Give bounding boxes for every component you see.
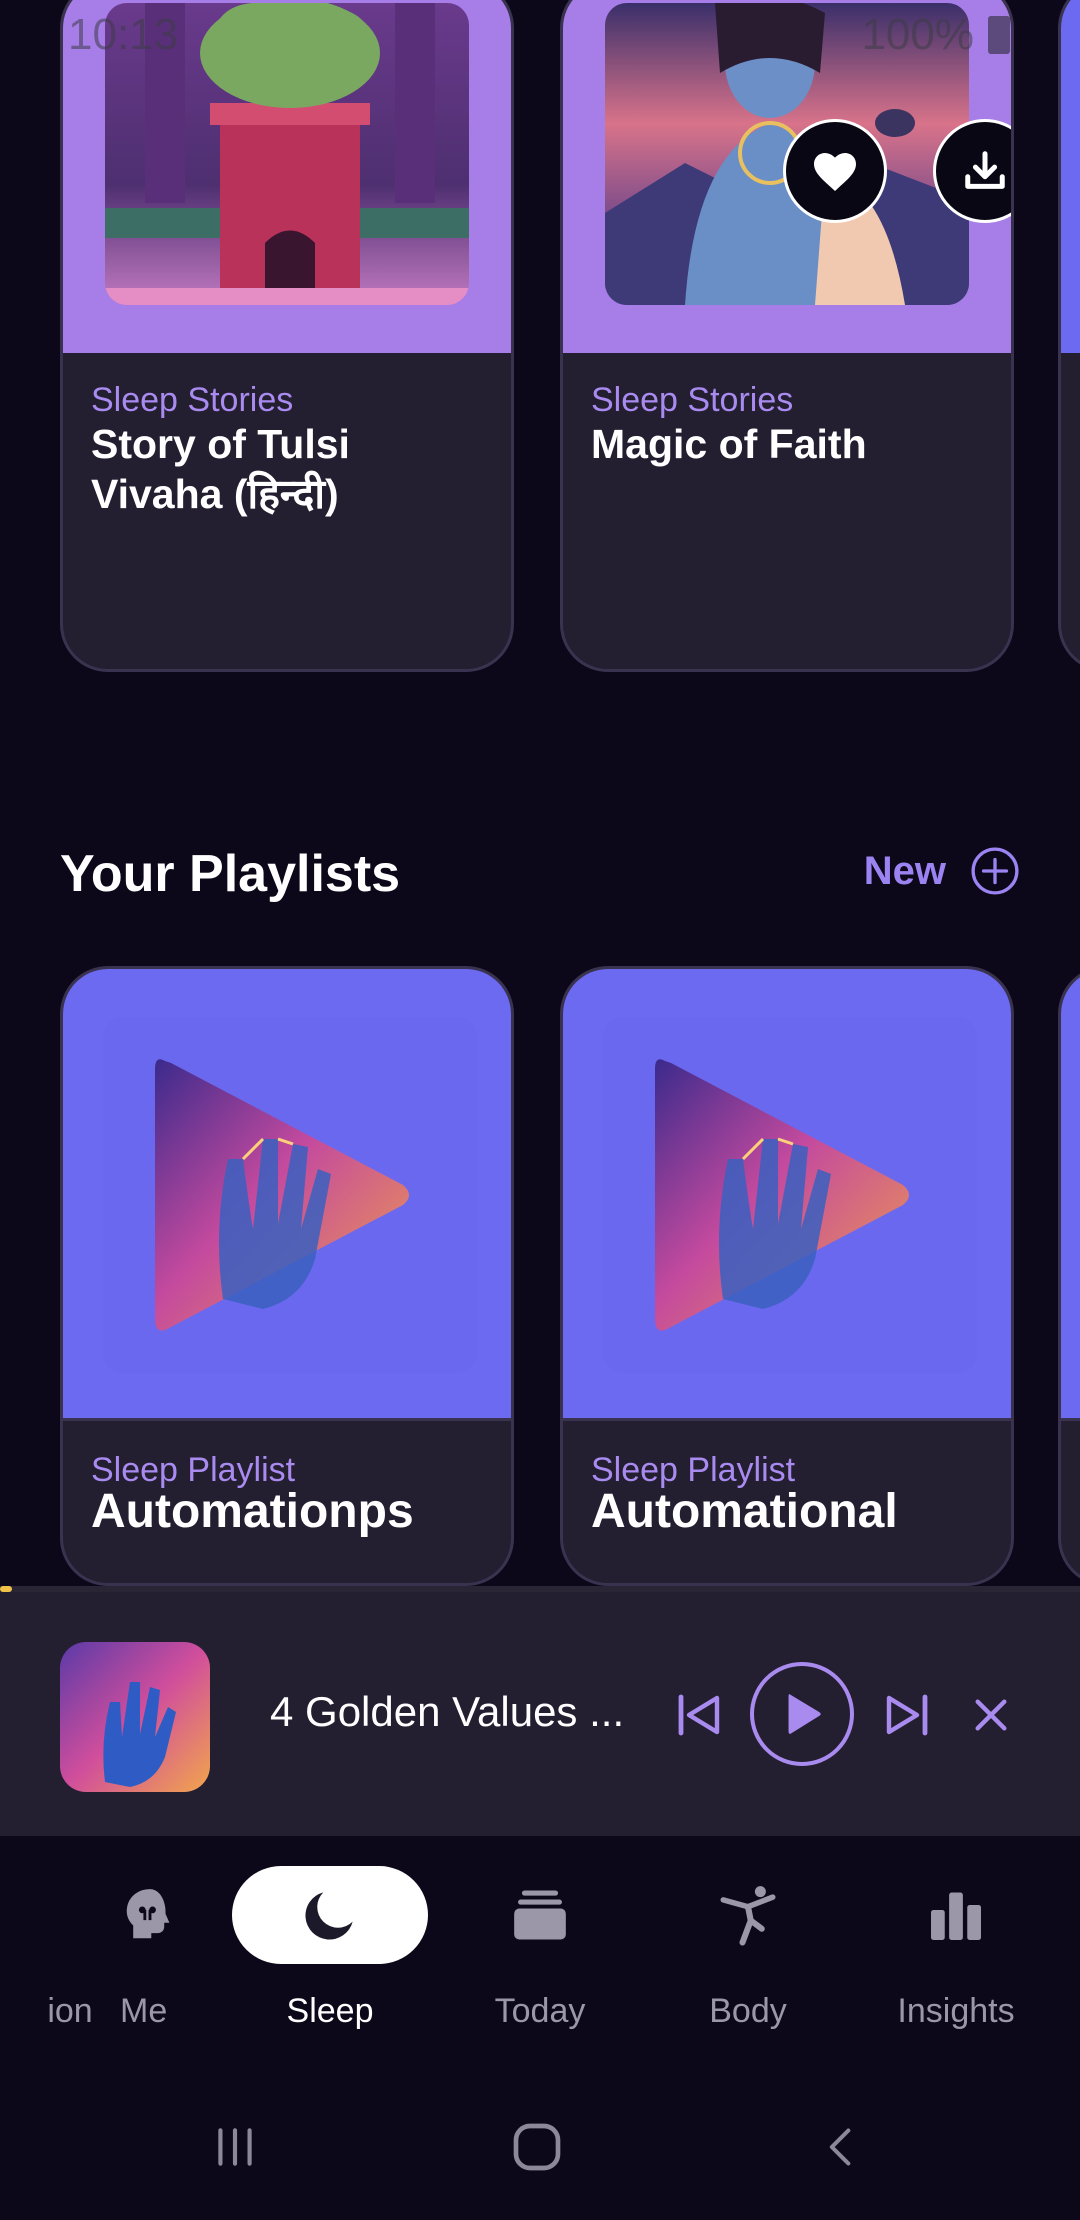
playlist-artwork <box>1061 969 1080 1421</box>
nav-item-body[interactable]: Body <box>658 1866 838 2031</box>
sleep-screen: 10:13 100% Sleep Stories Story of Tulsi … <box>0 0 1080 2220</box>
playlist-card[interactable]: Sleep Playlist Automational <box>560 966 1014 1586</box>
new-label: New <box>863 848 946 893</box>
recents-button[interactable] <box>190 2112 280 2182</box>
story-artwork <box>63 0 511 353</box>
story-card[interactable]: Sleep Stories Magic of Faith <box>560 0 1014 672</box>
nav-item-sleep[interactable]: Sleep <box>232 1866 428 2031</box>
card-title: Automational <box>591 1485 898 1538</box>
close-icon <box>975 1699 1007 1731</box>
playback-progress[interactable] <box>0 1586 1080 1592</box>
card-title: Story of Tulsi Vivaha (हिन्दी) <box>91 421 350 517</box>
playlists-header: Your Playlists New <box>60 838 1020 914</box>
story-artwork <box>1061 0 1080 353</box>
close-player-button[interactable] <box>960 1682 1022 1748</box>
nav-item-insights[interactable]: Insights <box>866 1866 1046 2031</box>
nav-label: Today <box>494 1992 586 2030</box>
card-title: Automationps <box>91 1485 414 1538</box>
nav-label: Sleep <box>286 1992 374 2030</box>
play-hand-image <box>603 1017 977 1373</box>
card-category: Sleep Stories <box>91 381 294 419</box>
nav-item-meditate[interactable]: Me <box>60 1866 240 2031</box>
progress-fill <box>0 1586 12 1592</box>
nav-item-today[interactable]: Today <box>450 1866 630 2031</box>
nav-label: Body <box>709 1992 787 2030</box>
back-button[interactable] <box>796 2112 886 2182</box>
play-icon <box>788 1694 821 1734</box>
story-card-partial[interactable] <box>1058 0 1080 672</box>
playlist-artwork <box>63 969 511 1421</box>
back-icon <box>829 2128 851 2166</box>
plus-circle-icon <box>971 847 1019 895</box>
skip-previous-button[interactable] <box>666 1682 732 1748</box>
heart-icon <box>814 153 856 191</box>
home-button[interactable] <box>492 2112 582 2182</box>
nav-label: Insights <box>897 1992 1015 2030</box>
play-hand-image <box>103 1017 477 1373</box>
stack-icon <box>509 1866 571 1964</box>
yoga-icon <box>715 1866 781 1964</box>
nav-label: Me <box>120 1992 168 2030</box>
bottom-nav: ion Me Sleep Today Body Insights <box>0 1836 1080 2076</box>
skip-next-icon <box>886 1694 928 1736</box>
download-icon <box>965 151 1005 189</box>
head-icon <box>118 1866 182 1964</box>
playlist-artwork <box>563 969 1011 1421</box>
bar-chart-icon <box>926 1866 986 1964</box>
card-title: Magic of Faith <box>591 421 867 467</box>
moon-icon <box>305 1892 353 1940</box>
favorite-button[interactable] <box>783 119 887 223</box>
nav-active-pill <box>232 1866 428 1964</box>
skip-next-button[interactable] <box>874 1682 940 1748</box>
section-title: Your Playlists <box>60 845 401 903</box>
home-icon <box>513 2123 561 2171</box>
now-playing-title[interactable]: 4 Golden Values ... <box>270 1688 650 1736</box>
now-playing-artwork <box>60 1642 210 1792</box>
playlist-card[interactable]: Sleep Playlist Automationps <box>60 966 514 1586</box>
skip-previous-icon <box>678 1694 720 1736</box>
system-nav <box>0 2076 1080 2220</box>
story-card[interactable]: Sleep Stories Story of Tulsi Vivaha (हिन… <box>60 0 514 672</box>
mini-player[interactable]: 4 Golden Values ... <box>0 1592 1080 1836</box>
playlist-card-partial[interactable] <box>1058 966 1080 1586</box>
play-button[interactable] <box>750 1662 854 1766</box>
recents-icon <box>218 2128 252 2166</box>
new-playlist-button[interactable]: New <box>864 846 1020 896</box>
tulsi-plant-image <box>105 3 469 305</box>
card-category: Sleep Stories <box>591 381 794 419</box>
